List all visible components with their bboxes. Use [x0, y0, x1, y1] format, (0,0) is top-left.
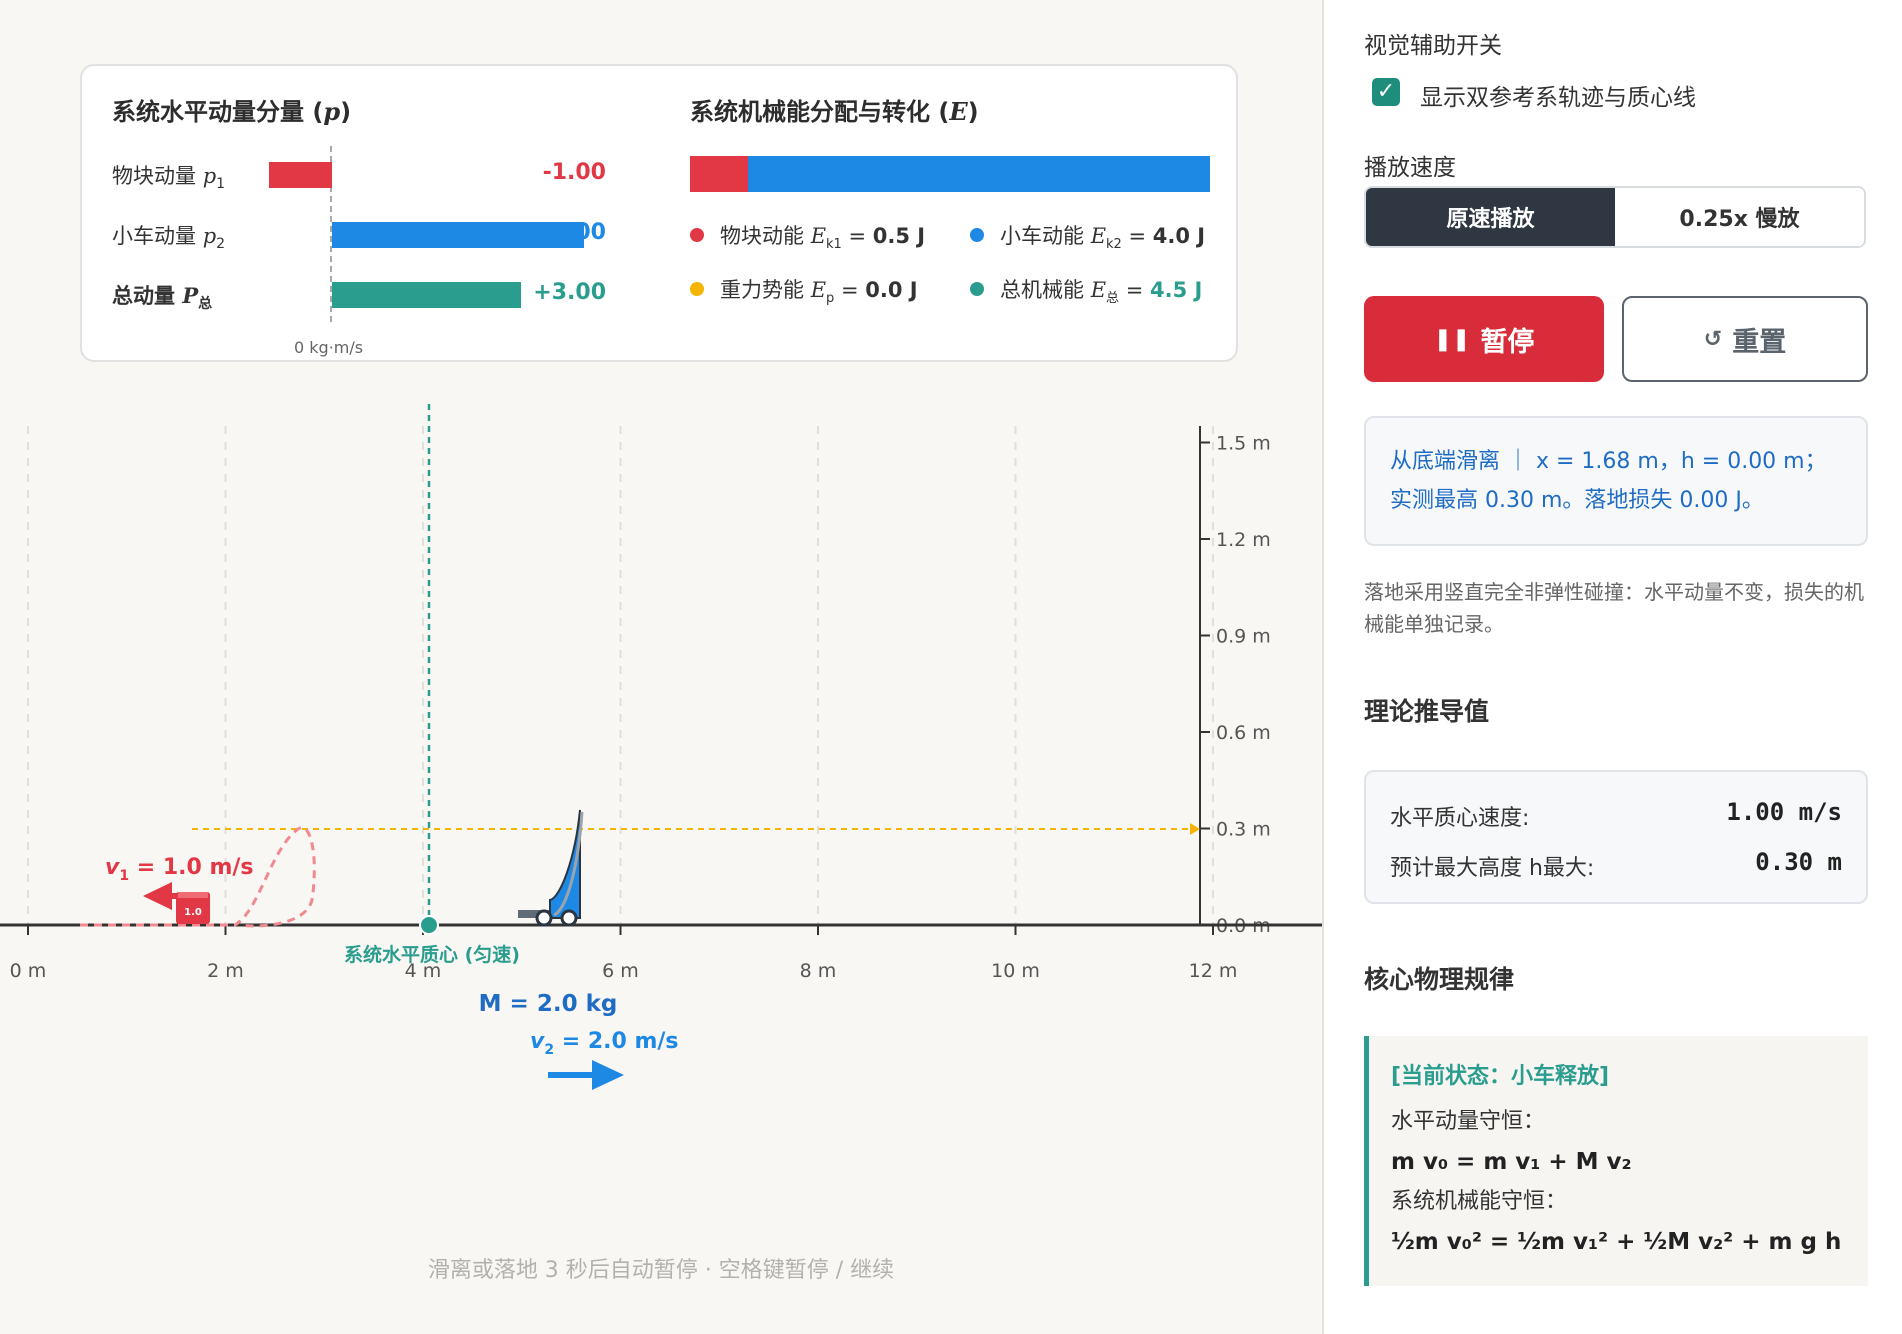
theory-row-cm-velocity: 水平质心速度: 1.00 m/s: [1390, 798, 1842, 831]
stats-card: 系统水平动量分量 (p) 系统机械能分配与转化 (E) 物块动量 p1 -1.0…: [80, 64, 1238, 362]
center-of-mass-marker: [419, 915, 439, 935]
simulation-area: 系统水平动量分量 (p) 系统机械能分配与转化 (E) 物块动量 p1 -1.0…: [0, 0, 1324, 1334]
x-tick-label: 12 m: [1189, 960, 1238, 982]
law-current-state: [当前状态：小车释放]: [1391, 1064, 1610, 1089]
energy-stacked-bar: [690, 156, 1210, 192]
cart-wheel-icon: [535, 909, 553, 927]
max-height-marker-icon: [1190, 823, 1200, 835]
reset-icon: ↺: [1703, 326, 1723, 352]
check-icon: ✓: [1376, 79, 1396, 104]
block-momentum-label: 物块动量 p1: [112, 164, 226, 193]
law-momentum-formula: m v₀ = m v₁ + M v₂: [1391, 1149, 1632, 1175]
theory-row-max-height: 预计最大高度 h最大: 0.30 m: [1390, 848, 1842, 881]
cart-velocity-label: v2 = 2.0 m/s: [530, 1029, 679, 1058]
grid-lines: [27, 426, 1214, 925]
x-tick-label: 10 m: [991, 960, 1040, 982]
law-energy-formula: ½m v₀² = ½m v₁² + ½M v₂² + m g h: [1391, 1229, 1842, 1255]
energy-segment-cart: [747, 156, 1210, 192]
total-momentum-value: +3.00: [533, 280, 606, 305]
legend-block-kinetic: 物块动能 Ek1 = 0.5 J: [690, 220, 925, 252]
cart-velocity-arrow: [548, 1060, 624, 1090]
block-velocity-arrow: [143, 882, 178, 910]
simulation-scene: 0.0 m0.3 m0.6 m0.9 m1.2 m1.5 m 0 m2 m4 m…: [0, 404, 1322, 1090]
visual-aid-label: 视觉辅助开关: [1364, 33, 1502, 59]
yellow-dot-icon: [690, 282, 704, 296]
y-tick-label: 1.5 m: [1216, 433, 1271, 455]
energy-segment-block: [690, 156, 748, 192]
legend-potential: 重力势能 Ep = 0.0 J: [690, 274, 918, 306]
block-momentum-bar: [269, 162, 332, 188]
cart-momentum-label: 小车动量 p2: [112, 224, 226, 253]
red-dot-icon: [690, 228, 704, 242]
total-momentum-label: 总动量 P总: [112, 283, 213, 313]
y-tick-label: 0.6 m: [1216, 722, 1271, 744]
x-tick-label: 8 m: [800, 960, 837, 982]
legend-total-mechanical: 总机械能 E总 = 4.5 J: [970, 274, 1202, 306]
law-energy-label: 系统机械能守恒：: [1391, 1189, 1568, 1214]
cart-momentum-bar: [332, 222, 584, 248]
status-line-2: 实测最高 0.30 m。落地损失 0.00 J。: [1390, 488, 1764, 513]
energy-title: 系统机械能分配与转化 (E): [690, 97, 979, 126]
y-tick-label: 0.9 m: [1216, 626, 1271, 648]
collision-note: 落地采用竖直完全非弹性碰撞：水平动量不变，损失的机械能单独记录。: [1364, 580, 1864, 636]
control-panel: 视觉辅助开关 ✓ 显示双参考系轨迹与质心线 播放速度 原速播放 0.25x 慢放…: [1324, 0, 1902, 1334]
distance-axis-ticks: 0 m2 m4 m6 m8 m 10 m 12 m: [10, 925, 1238, 982]
green-dot-icon: [970, 282, 984, 296]
theory-title: 理论推导值: [1364, 697, 1490, 726]
height-axis-ticks: 0.0 m0.3 m0.6 m0.9 m1.2 m1.5 m: [1200, 433, 1271, 937]
playback-speed-label: 播放速度: [1364, 155, 1456, 181]
speed-option-slow[interactable]: 0.25x 慢放: [1615, 188, 1864, 246]
cart[interactable]: [518, 809, 584, 927]
speed-option-normal[interactable]: 原速播放: [1366, 188, 1615, 246]
block-velocity-label: v1 = 1.0 m/s: [105, 855, 254, 884]
total-momentum-bar: [332, 282, 521, 308]
trajectory-checkbox[interactable]: ✓: [1372, 78, 1400, 106]
reset-button[interactable]: ↺ 重置: [1622, 296, 1868, 382]
center-of-mass-label: 系统水平质心 (匀速): [344, 943, 520, 966]
cart-mass-label: M = 2.0 kg: [479, 991, 618, 1017]
law-title: 核心物理规律: [1364, 965, 1515, 994]
playback-speed-toggle: 原速播放 0.25x 慢放: [1364, 186, 1866, 248]
pause-button[interactable]: ❚❚ 暂停: [1364, 296, 1604, 382]
x-tick-label: 6 m: [602, 960, 639, 982]
status-readout: 从底端滑离 ｜ x = 1.68 m，h = 0.00 m； 实测最高 0.30…: [1364, 416, 1868, 546]
legend-cart-kinetic: 小车动能 Ek2 = 4.0 J: [970, 220, 1205, 252]
status-line-1: 从底端滑离 ｜ x = 1.68 m，h = 0.00 m；: [1390, 449, 1827, 474]
y-tick-label: 1.2 m: [1216, 529, 1271, 551]
x-tick-label: 0 m: [10, 960, 47, 982]
x-tick-label: 2 m: [207, 960, 244, 982]
cart-wheel-icon: [560, 909, 578, 927]
blue-dot-icon: [970, 228, 984, 242]
block-mass-label: 1.0: [184, 907, 202, 918]
keyboard-hint: 滑离或落地 3 秒后自动暂停 · 空格键暂停 / 继续: [427, 1258, 895, 1283]
app: 系统水平动量分量 (p) 系统机械能分配与转化 (E) 物块动量 p1 -1.0…: [0, 0, 1902, 1334]
pause-icon: ❚❚: [1433, 326, 1471, 352]
block-momentum-value: -1.00: [542, 160, 606, 185]
law-momentum-label: 水平动量守恒：: [1391, 1109, 1546, 1134]
block[interactable]: 1.0: [176, 892, 210, 924]
momentum-title: 系统水平动量分量 (p): [112, 97, 352, 126]
y-tick-label: 0.3 m: [1216, 819, 1271, 841]
momentum-zero-label: 0 kg·m/s: [294, 338, 364, 357]
cart-momentum-value: .00: [567, 220, 606, 245]
theory-box: 水平质心速度: 1.00 m/s 预计最大高度 h最大: 0.30 m: [1364, 770, 1868, 904]
law-box: [当前状态：小车释放] 水平动量守恒： m v₀ = m v₁ + M v₂ 系…: [1364, 1036, 1868, 1286]
trajectory-checkbox-label[interactable]: 显示双参考系轨迹与质心线: [1420, 78, 1696, 112]
